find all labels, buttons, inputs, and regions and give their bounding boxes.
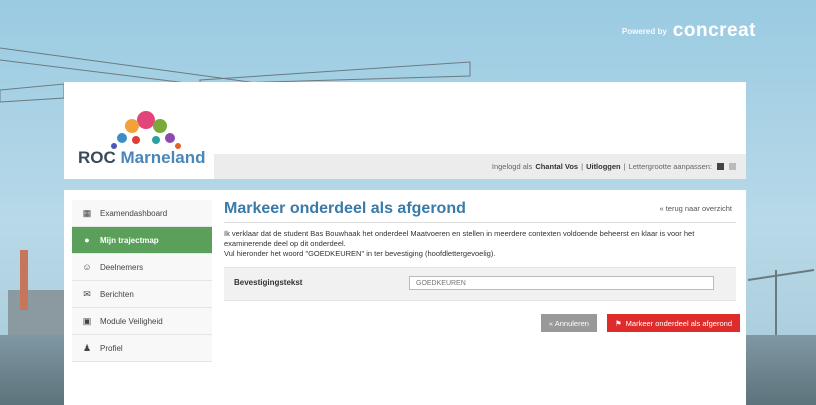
separator: | [581,162,584,171]
logged-in-label: Ingelogd als [491,162,533,171]
sidebar-item-label: Deelnemers [100,262,144,272]
confirmation-label: Bevestigingstekst [234,278,303,287]
logo-text-roc: ROC [78,148,116,167]
sidebar-item-label: Examendashboard [100,208,168,218]
sidebar-item-berichten[interactable]: ✉ Berichten [72,281,212,308]
cancel-button[interactable]: « Annuleren [540,314,597,332]
instruction-text: Vul hieronder het woord "GOEDKEUREN" in … [224,249,496,258]
confirmation-input[interactable] [409,276,714,290]
font-smaller-icon[interactable] [729,163,736,170]
mark-complete-button[interactable]: ⚑ Markeer onderdeel als afgerond [606,314,740,332]
confirmation-form-row: Bevestigingstekst [224,267,736,301]
flag-icon: ⚑ [614,318,622,328]
logo-text: ROC Marneland [78,148,206,168]
powered-by-label: Powered by [621,26,667,36]
sidebar-item-module-veiligheid[interactable]: ▣ Module Veiligheid [72,308,212,335]
action-buttons: « Annuleren ⚑ Markeer onderdeel als afge… [540,314,740,332]
declaration-text: Ik verklaar dat de student Bas Bouwhaak … [224,229,695,248]
main-card: ▦ Examendashboard ● Mijn trajectmap ☺ De… [64,190,746,405]
module-icon: ▣ [82,315,92,326]
messages-icon: ✉ [83,288,91,299]
mark-complete-label: Markeer onderdeel als afgerond [625,318,732,328]
users-icon: ☺ [82,262,92,272]
dashboard-icon: ▦ [82,207,92,218]
user-bar: Ingelogd als Chantal Vos | Uitloggen | L… [214,154,746,179]
user-name: Chantal Vos [535,162,579,171]
map-icon: ● [84,235,90,245]
sidebar-item-deelnemers[interactable]: ☺ Deelnemers [72,254,212,281]
header-card: ROC Marneland Ingelogd als Chantal Vos |… [64,82,746,179]
content-area: Markeer onderdeel als afgerond « terug n… [224,200,736,301]
sidebar-item-profiel[interactable]: ♟ Profiel [72,335,212,362]
sidebar: ▦ Examendashboard ● Mijn trajectmap ☺ De… [72,200,212,362]
sidebar-item-label: Mijn trajectmap [100,235,159,245]
user-icon: ♟ [82,342,92,353]
fontsize-label: Lettergrootte aanpassen: [628,162,712,171]
back-link[interactable]: « terug naar overzicht [659,204,732,213]
powered-by: Powered by concreat [622,20,756,42]
concreat-logo: concreat [672,20,756,41]
logout-link[interactable]: Uitloggen [586,162,621,171]
separator: | [623,162,626,171]
font-larger-icon[interactable] [717,163,724,170]
sidebar-item-label: Module Veiligheid [100,316,163,326]
sidebar-item-mijn-trajectmap[interactable]: ● Mijn trajectmap [72,227,212,254]
sidebar-item-label: Berichten [100,289,134,299]
sidebar-item-examendashboard[interactable]: ▦ Examendashboard [72,200,212,227]
divider [224,222,736,223]
logo-text-marneland: Marneland [120,148,206,167]
sidebar-item-label: Profiel [100,343,123,353]
